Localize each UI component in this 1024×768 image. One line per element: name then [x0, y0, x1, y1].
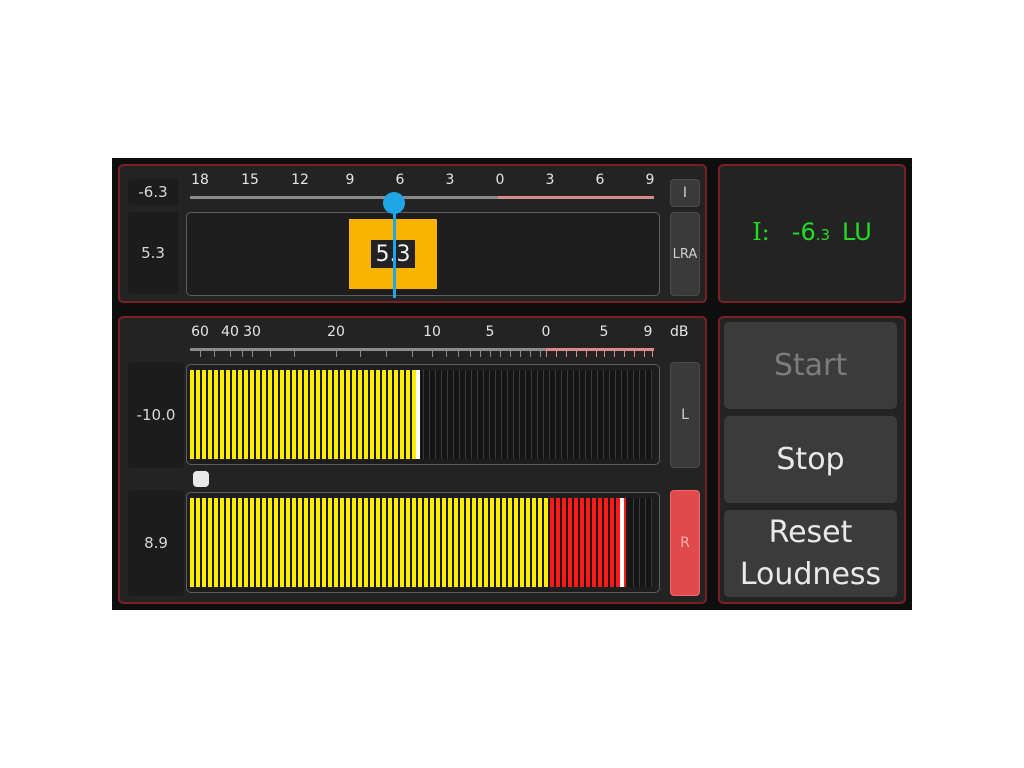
lra-scale-label: 12 [291, 172, 309, 188]
level-scale-tick [252, 351, 253, 357]
integrated-prefix: I: [752, 218, 770, 246]
level-scale-tick [556, 351, 557, 357]
level-scale-tick [458, 351, 459, 357]
level-scale-label: 30 [243, 324, 261, 340]
lra-scale-label: 3 [445, 172, 455, 188]
level-scale-tick [200, 351, 201, 357]
integrated-readout-small: -6.3 [128, 179, 178, 205]
level-scale-tick [540, 351, 541, 357]
level-scale-tick [530, 351, 531, 357]
lra-scale-label: 6 [595, 172, 605, 188]
integrated-value-decimal: .3 [815, 226, 831, 244]
reset-loudness-button[interactable]: Reset Loudness [724, 510, 897, 597]
level-scale-tick [614, 351, 615, 357]
lra-scale-label: 9 [345, 172, 355, 188]
level-scale-label: 20 [327, 324, 345, 340]
level-scale-tick [412, 351, 413, 357]
level-scale-line [190, 348, 546, 351]
lra-scale-label: 0 [495, 172, 505, 188]
level-scale-tick [652, 351, 653, 357]
reset-label-line2: Loudness [739, 556, 882, 592]
level-scale-tick [634, 351, 635, 357]
lra-scale-label: 6 [395, 172, 405, 188]
level-scale-tick [214, 351, 215, 357]
lra-button[interactable]: LRA [670, 212, 700, 296]
level-scale-tick [604, 351, 605, 357]
level-scale-tick [386, 351, 387, 357]
right-channel-button[interactable]: R [670, 490, 700, 596]
lra-panel: -6.3 5.3 18 15 12 9 6 3 0 3 6 9 5.3 I LRA [118, 164, 707, 303]
level-scale-label: 5 [485, 324, 495, 340]
level-scale-tick [596, 351, 597, 357]
lra-scale-label: 3 [545, 172, 555, 188]
reset-label-line1: Reset [768, 514, 853, 550]
level-scale-tick [546, 351, 547, 357]
level-scale-label: 0 [541, 324, 551, 340]
level-scale-label: 60 [191, 324, 209, 340]
level-scale-label: 9 [643, 324, 653, 340]
lra-scale-label: 15 [241, 172, 259, 188]
level-scale-label: 40 [221, 324, 239, 340]
lra-scale: 18 15 12 9 6 3 0 3 6 9 [190, 166, 666, 206]
level-scale: 60 40 30 20 10 5 0 5 9 [190, 318, 666, 358]
level-scale-tick [336, 351, 337, 357]
lra-scale-line-red [498, 196, 654, 199]
right-peak-marker [620, 498, 624, 587]
level-scale-tick [520, 351, 521, 357]
level-scale-tick [500, 351, 501, 357]
level-scale-tick [270, 351, 271, 357]
level-scale-tick [490, 351, 491, 357]
level-scale-tick [294, 351, 295, 357]
level-scale-tick [470, 351, 471, 357]
level-scale-tick [432, 351, 433, 357]
level-scale-label: 5 [599, 324, 609, 340]
lra-scale-label: 9 [645, 172, 655, 188]
lra-marker-handle[interactable] [383, 192, 405, 214]
lra-readout-small: 5.3 [128, 212, 178, 294]
level-scale-tick [480, 351, 481, 357]
integrated-loudness-panel: I: -6 .3 LU [718, 164, 906, 303]
i-button[interactable]: I [670, 179, 700, 207]
start-button[interactable]: Start [724, 322, 897, 409]
left-meter-segment [646, 370, 652, 459]
lra-meter: 5.3 [186, 212, 660, 296]
level-scale-line-red [546, 348, 654, 351]
left-peak-marker [416, 370, 420, 459]
level-scale-tick [576, 351, 577, 357]
lra-scale-label: 18 [191, 172, 209, 188]
integrated-unit: LU [842, 218, 872, 246]
level-scale-tick [624, 351, 625, 357]
right-channel-value: 8.9 [128, 490, 184, 596]
peak-hold-indicator[interactable] [193, 471, 209, 487]
right-channel-meter [186, 492, 660, 593]
right-meter-segment [646, 498, 652, 587]
level-scale-tick [230, 351, 231, 357]
integrated-loudness-readout: I: -6 .3 LU [720, 218, 904, 252]
stop-button[interactable]: Stop [724, 416, 897, 503]
level-scale-tick [586, 351, 587, 357]
left-channel-button[interactable]: L [670, 362, 700, 468]
lra-scale-line [190, 196, 498, 199]
integrated-value: -6 [791, 218, 816, 246]
level-scale-tick [644, 351, 645, 357]
left-channel-value: -10.0 [128, 362, 184, 468]
level-scale-tick [360, 351, 361, 357]
lra-marker-line [393, 204, 396, 298]
level-scale-tick [510, 351, 511, 357]
left-channel-meter [186, 364, 660, 465]
level-meter-panel: 60 40 30 20 10 5 0 5 9 dB -10.0 L 8.9 R [118, 316, 707, 604]
level-scale-tick [446, 351, 447, 357]
level-scale-tick [242, 351, 243, 357]
level-scale-label: 10 [423, 324, 441, 340]
level-scale-tick [566, 351, 567, 357]
db-unit-label: dB [670, 324, 689, 340]
